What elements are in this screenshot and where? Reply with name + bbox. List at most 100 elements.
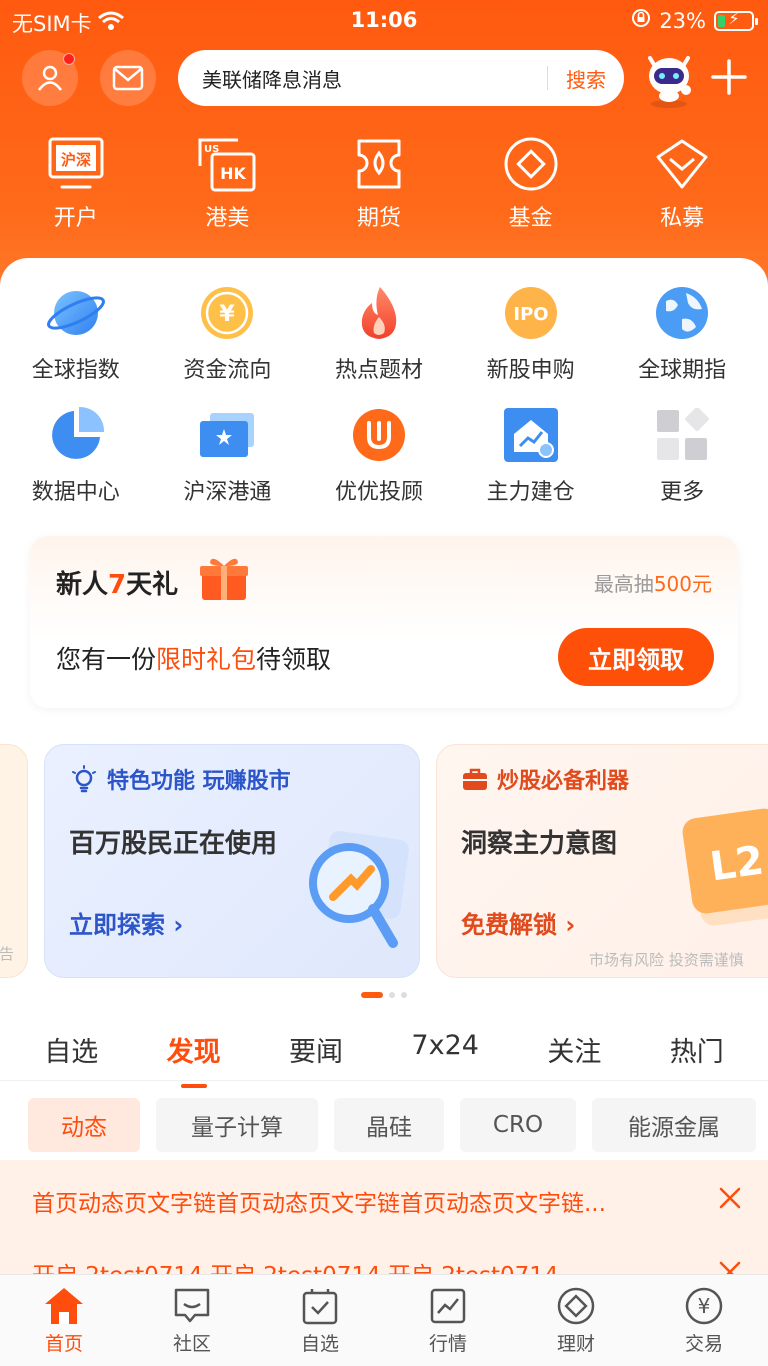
grid-label: 主力建仓 — [486, 480, 575, 505]
rotation-lock-icon — [631, 8, 651, 33]
tabbar-wealth[interactable]: 理财 — [512, 1275, 640, 1366]
banner-explore-link[interactable]: 立即探索 › — [69, 905, 183, 940]
feature-grid: 全球指数 ¥ 资金流向 热点题材 IPO 新股申购 全球期指 数据中心 沪深港通… — [0, 282, 768, 526]
tabbar-home[interactable]: 首页 — [0, 1275, 128, 1366]
grid-main-force[interactable]: 主力建仓 — [455, 404, 607, 526]
battery-percent: 23% — [659, 8, 706, 33]
messages-button[interactable] — [100, 50, 156, 106]
grid-label: 沪深港通 — [183, 480, 272, 505]
chip-cro[interactable]: CRO — [460, 1098, 576, 1152]
user-icon — [37, 65, 63, 91]
more-grid-icon — [657, 408, 710, 460]
grid-more[interactable]: 更多 — [606, 404, 758, 526]
tabbar-label: 自选 — [300, 1333, 339, 1355]
tab-following[interactable]: 关注 — [547, 1024, 601, 1084]
tab-hot[interactable]: 热门 — [670, 1024, 724, 1084]
newbie-title-post: 天礼 — [126, 570, 179, 600]
ticker-line-1[interactable]: 首页动态页文字链首页动态页文字链首页动态页文字链... — [32, 1184, 696, 1218]
briefcase-icon — [463, 768, 487, 790]
banner-carousel[interactable]: 告 特色功能 玩赚股市 百万股民正在使用 立即探索 › 炒股必备利器 洞察主力意… — [0, 744, 768, 978]
grid-label: 热点题材 — [334, 358, 423, 383]
grid-ipo[interactable]: IPO 新股申购 — [455, 282, 607, 404]
search-input[interactable]: 美联储降息消息 — [178, 64, 547, 93]
carousel-dot — [389, 992, 395, 998]
grid-capital-flow[interactable]: ¥ 资金流向 — [152, 282, 304, 404]
house-chart-icon — [503, 408, 558, 462]
carousel-indicator — [0, 992, 768, 998]
hk-us-icon: USHK — [198, 138, 256, 192]
open-account-icon: 沪深 — [48, 137, 104, 189]
l2-badge-icon: L2 — [682, 808, 768, 926]
lightbulb-icon — [72, 765, 96, 793]
grid-data-center[interactable]: 数据中心 — [0, 404, 152, 526]
tabbar-watchlist[interactable]: 自选 — [256, 1275, 384, 1366]
battery-icon: ⚡ — [714, 9, 758, 31]
claim-button[interactable]: 立即领取 — [558, 628, 714, 686]
banner-prev-peek[interactable]: 告 — [0, 744, 28, 978]
home-icon — [45, 1288, 83, 1324]
tabbar-label: 社区 — [172, 1333, 211, 1355]
tab-7x24[interactable]: 7x24 — [411, 1024, 479, 1084]
l2-badge-text: L2 — [707, 838, 766, 891]
grid-global-index[interactable]: 全球指数 — [0, 282, 152, 404]
grid-advisor[interactable]: 优优投顾 — [303, 404, 455, 526]
topic-chips: 动态 量子计算 晶硅 CRO 能源金属 — [28, 1098, 768, 1152]
newbie-gift-card[interactable]: 新人7天礼 最高抽500元 您有一份限时礼包待领取 立即领取 — [30, 536, 738, 708]
quick-label: 私募 — [660, 206, 705, 231]
tab-news[interactable]: 要闻 — [289, 1024, 343, 1084]
tabbar-trade[interactable]: ¥ 交易 — [640, 1275, 768, 1366]
chip-silicon[interactable]: 晶硅 — [334, 1098, 444, 1152]
quick-label: 期货 — [356, 206, 401, 231]
banner-subtitle: 百万股民正在使用 — [69, 829, 278, 859]
grid-label: 更多 — [660, 480, 705, 505]
chip-quantum[interactable]: 量子计算 — [156, 1098, 318, 1152]
futures-icon — [357, 139, 401, 189]
add-button[interactable] — [708, 56, 750, 98]
close-icon[interactable] — [718, 1186, 742, 1210]
pie-chart-icon — [51, 406, 104, 459]
tabbar-community[interactable]: 社区 — [128, 1275, 256, 1366]
banner-feature[interactable]: 特色功能 玩赚股市 百万股民正在使用 立即探索 › — [44, 744, 420, 978]
grid-global-futures[interactable]: 全球期指 — [606, 282, 758, 404]
quick-label: 基金 — [508, 206, 553, 231]
grid-connect[interactable]: 沪深港通 — [152, 404, 304, 526]
chip-dynamics[interactable]: 动态 — [28, 1098, 140, 1152]
quick-label: 港美 — [205, 206, 250, 231]
banner-l2[interactable]: 炒股必备利器 洞察主力意图 免费解锁 › 市场有风险 投资需谨慎 L2 — [436, 744, 768, 978]
globe-icon — [656, 287, 709, 339]
desc-highlight: 限时礼包 — [156, 645, 257, 674]
banner-unlock-link[interactable]: 免费解锁 › — [461, 905, 575, 940]
newbie-description: 您有一份限时礼包待领取 — [56, 640, 331, 676]
banner-tag-text: 特色功能 玩赚股市 — [107, 769, 291, 794]
search-button[interactable]: 搜索 — [548, 64, 624, 93]
quick-open-account[interactable]: 沪深 开户 — [0, 134, 152, 234]
planet-icon — [46, 291, 105, 335]
quick-fund[interactable]: 基金 — [455, 134, 607, 234]
quick-hk-us[interactable]: US HK 港美 — [152, 134, 304, 234]
top-bar: 美联储降息消息 搜索 — [0, 48, 768, 108]
search-bar[interactable]: 美联储降息消息 搜索 — [178, 50, 624, 106]
main-content: 全球指数 ¥ 资金流向 热点题材 IPO 新股申购 全球期指 数据中心 沪深港通… — [0, 258, 768, 1366]
grid-hot-topics[interactable]: 热点题材 — [303, 282, 455, 404]
svg-text:HK: HK — [220, 164, 246, 183]
grid-label: 优优投顾 — [334, 480, 423, 505]
carousel-dot-active — [361, 992, 383, 998]
quick-private-fund[interactable]: 私募 — [606, 134, 758, 234]
quick-futures[interactable]: 期货 — [303, 134, 455, 234]
robot-assistant-icon[interactable] — [636, 44, 702, 110]
yuan-coin-icon: ¥ — [201, 287, 254, 339]
max-prize-amount: 500元 — [653, 572, 712, 596]
svg-text:¥: ¥ — [220, 302, 236, 327]
chip-energy-metals[interactable]: 能源金属 — [592, 1098, 756, 1152]
newbie-title-number: 7 — [108, 570, 127, 600]
tabs-divider — [0, 1080, 768, 1081]
svg-text:¥: ¥ — [698, 1294, 711, 1318]
banner-tag: 特色功能 玩赚股市 — [69, 763, 291, 795]
ipo-icon: IPO — [504, 287, 557, 339]
svg-text:沪深: 沪深 — [61, 151, 91, 169]
tabbar-market[interactable]: 行情 — [384, 1275, 512, 1366]
header: 无SIM卡 11:06 23% ⚡ 美联储降息消息 搜索 沪深 开户 US HK… — [0, 0, 768, 300]
tab-watchlist[interactable]: 自选 — [44, 1024, 98, 1084]
user-profile-button[interactable] — [22, 50, 78, 106]
tab-discover[interactable]: 发现 — [167, 1024, 221, 1088]
